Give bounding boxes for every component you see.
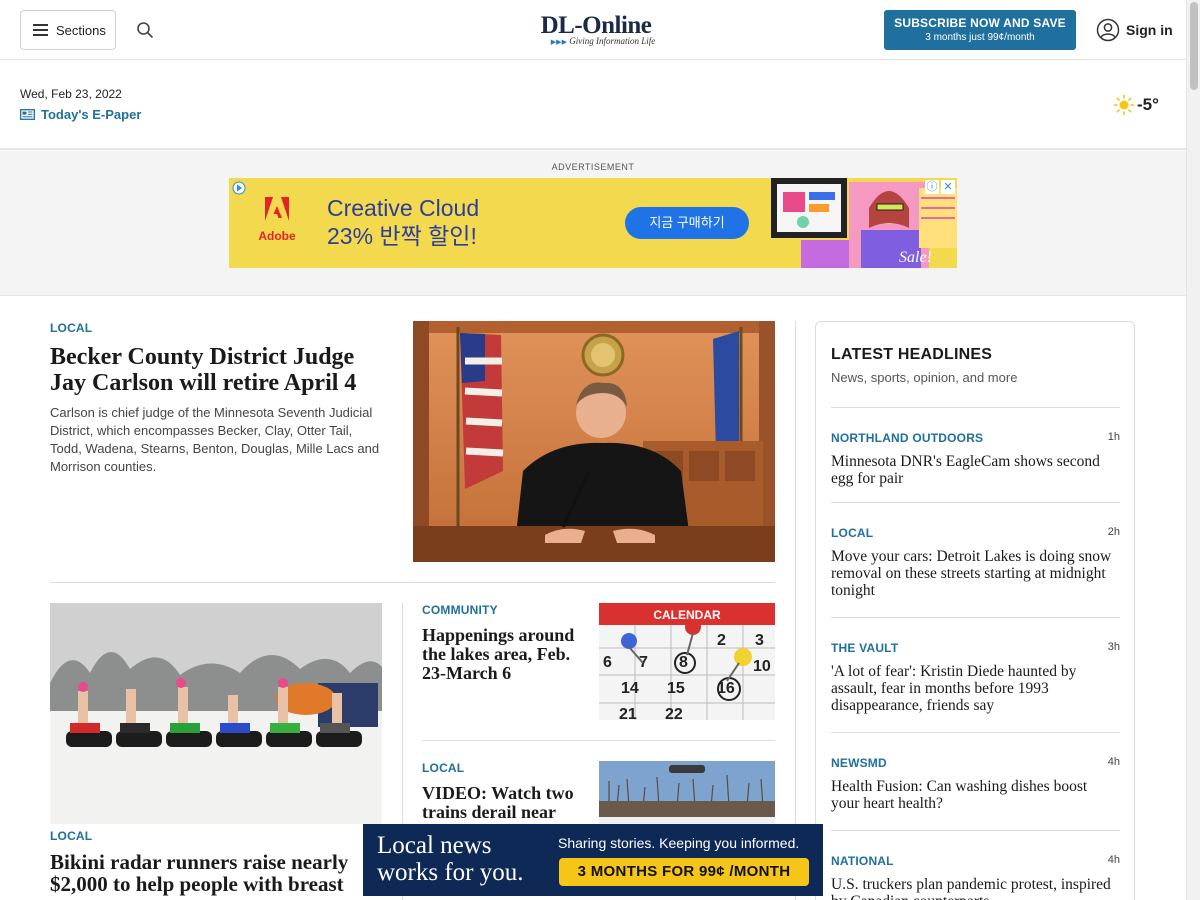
headline-link[interactable]: U.S. truckers plan pandemic protest, ins…: [831, 876, 1116, 900]
story-kicker[interactable]: LOCAL: [422, 761, 464, 775]
adchoices-icon[interactable]: [232, 181, 246, 195]
subscription-sticky-ad[interactable]: Local news works for you. Sharing storie…: [363, 824, 823, 896]
scrollbar-thumb[interactable]: [1190, 2, 1198, 90]
ad-cta-button[interactable]: 지금 구매하기: [625, 207, 749, 239]
advertisement-label: ADVERTISEMENT: [551, 162, 635, 172]
section-divider: [50, 582, 775, 583]
story-kicker[interactable]: COMMUNITY: [422, 603, 498, 617]
close-icon[interactable]: ✕: [941, 180, 955, 194]
headline-kicker[interactable]: NATIONAL: [831, 854, 894, 868]
logo-wordmark: DL-Online: [540, 12, 652, 39]
calendar-label: CALENDAR: [653, 608, 721, 622]
headline-time: 2h: [1107, 526, 1120, 538]
ad-controls: ⓘ ✕: [925, 180, 955, 194]
banner-ad[interactable]: Adobe Creative Cloud 23% 반짝 할인! 지금 구매하기 …: [229, 178, 957, 268]
story-headline[interactable]: VIDEO: Watch two trains derail near: [422, 784, 592, 822]
lead-story-summary: Carlson is chief judge of the Minnesota …: [50, 405, 380, 474]
ad-art-sale-text: Sale!: [899, 249, 932, 266]
subscribe-button[interactable]: SUBSCRIBE NOW AND SAVE 3 months just 99¢…: [884, 10, 1076, 50]
headline-kicker[interactable]: NORTHLAND OUTDOORS: [831, 431, 983, 445]
svg-text:21: 21: [619, 706, 637, 720]
weather-widget[interactable]: -5°: [1113, 94, 1159, 116]
logo-tagline: ▶▶▶ Giving Information Life: [550, 36, 656, 47]
story-headline[interactable]: Happenings around the lakes area, Feb. 2…: [422, 626, 592, 683]
headline-time: 4h: [1107, 854, 1120, 866]
headline-kicker[interactable]: NEWSMD: [831, 756, 887, 770]
current-date: Wed, Feb 23, 2022: [20, 87, 122, 101]
headline-link[interactable]: 'A lot of fear': Kristin Diede haunted b…: [831, 663, 1116, 714]
date-bar: Wed, Feb 23, 2022 Today's E-Paper -5°: [0, 60, 1186, 150]
sign-in-link[interactable]: Sign in: [1096, 18, 1173, 42]
info-icon[interactable]: ⓘ: [925, 180, 939, 194]
ad-title: Creative Cloud 23% 반짝 할인!: [327, 195, 480, 249]
latest-headlines-title: LATEST HEADLINES: [831, 346, 993, 363]
headline-list-item[interactable]: LOCAL 2h Move your cars: Detroit Lakes i…: [831, 502, 1120, 617]
temperature: -5°: [1137, 95, 1159, 114]
svg-text:6: 6: [603, 654, 612, 671]
headline-list-item[interactable]: THE VAULT 3h 'A lot of fear': Kristin Di…: [831, 617, 1120, 732]
svg-text:14: 14: [621, 680, 639, 697]
search-icon[interactable]: [136, 21, 154, 39]
headline-list-item[interactable]: NATIONAL 4h U.S. truckers plan pandemic …: [831, 830, 1120, 900]
sections-label: Sections: [56, 22, 106, 38]
column-divider: [795, 321, 796, 900]
svg-text:10: 10: [753, 658, 771, 675]
lead-story-headline[interactable]: Becker County District Judge Jay Carlson…: [50, 344, 390, 396]
headline-list-item[interactable]: NEWSMD 4h Health Fusion: Can washing dis…: [831, 732, 1120, 830]
headline-kicker[interactable]: LOCAL: [831, 526, 873, 540]
story-headline[interactable]: Bikini radar runners raise nearly $2,000…: [50, 851, 380, 895]
logo-arrows-icon: ▶▶▶: [550, 38, 567, 46]
story-divider: [422, 740, 775, 741]
sticky-ad-tagline: Sharing stories. Keeping you informed.: [558, 835, 800, 851]
headline-link[interactable]: Minnesota DNR's EagleCam shows second eg…: [831, 453, 1116, 487]
adobe-logo: Adobe: [257, 196, 297, 256]
headline-time: 3h: [1107, 641, 1120, 653]
lead-story-kicker[interactable]: LOCAL: [50, 321, 92, 335]
lead-story-photo[interactable]: [413, 321, 775, 562]
svg-text:2: 2: [717, 632, 726, 649]
sign-in-label: Sign in: [1126, 22, 1173, 38]
page-scrollbar[interactable]: [1186, 0, 1200, 900]
adobe-brand: Adobe: [258, 229, 296, 243]
headline-link[interactable]: Move your cars: Detroit Lakes is doing s…: [831, 548, 1116, 599]
svg-text:8: 8: [679, 654, 688, 671]
headline-link[interactable]: Health Fusion: Can washing dishes boost …: [831, 778, 1116, 812]
latest-headlines-subtitle: News, sports, opinion, and more: [831, 370, 1018, 385]
story-photo-calendar[interactable]: CALENDAR 6 7 82 3 14 15 1610 21 22: [599, 603, 775, 720]
sun-icon: [1113, 94, 1135, 116]
headline-kicker[interactable]: THE VAULT: [831, 641, 898, 655]
epaper-link[interactable]: Today's E-Paper: [20, 107, 141, 122]
story-kicker[interactable]: LOCAL: [50, 829, 92, 843]
svg-text:22: 22: [665, 706, 683, 720]
sections-button[interactable]: Sections: [20, 10, 116, 50]
hamburger-icon: [33, 24, 48, 36]
newspaper-icon: [20, 109, 35, 120]
svg-text:3: 3: [755, 632, 764, 649]
svg-text:15: 15: [667, 680, 685, 697]
site-logo[interactable]: DL-Online ▶▶▶ Giving Information Life: [536, 12, 656, 47]
subscribe-offer: 3 months just 99¢/month: [925, 32, 1035, 43]
sticky-ad-cta-button[interactable]: 3 MONTHS FOR 99¢ /MONTH: [559, 858, 809, 886]
story-photo-snowmobiles[interactable]: [50, 603, 382, 824]
epaper-label: Today's E-Paper: [41, 107, 142, 122]
headline-list-item[interactable]: NORTHLAND OUTDOORS 1h Minnesota DNR's Ea…: [831, 407, 1120, 502]
latest-headlines-panel: LATEST HEADLINES News, sports, opinion, …: [815, 321, 1135, 900]
subscribe-headline: SUBSCRIBE NOW AND SAVE: [894, 16, 1066, 30]
site-header: Sections DL-Online ▶▶▶ Giving Informatio…: [0, 0, 1186, 60]
adobe-icon: [265, 197, 289, 221]
headline-time: 1h: [1107, 431, 1120, 443]
sticky-ad-headline: Local news works for you.: [377, 832, 524, 886]
user-icon: [1096, 18, 1120, 42]
headline-time: 4h: [1107, 756, 1120, 768]
ad-band: ADVERTISEMENT Adobe Creative Cloud 23% 반…: [0, 151, 1186, 296]
